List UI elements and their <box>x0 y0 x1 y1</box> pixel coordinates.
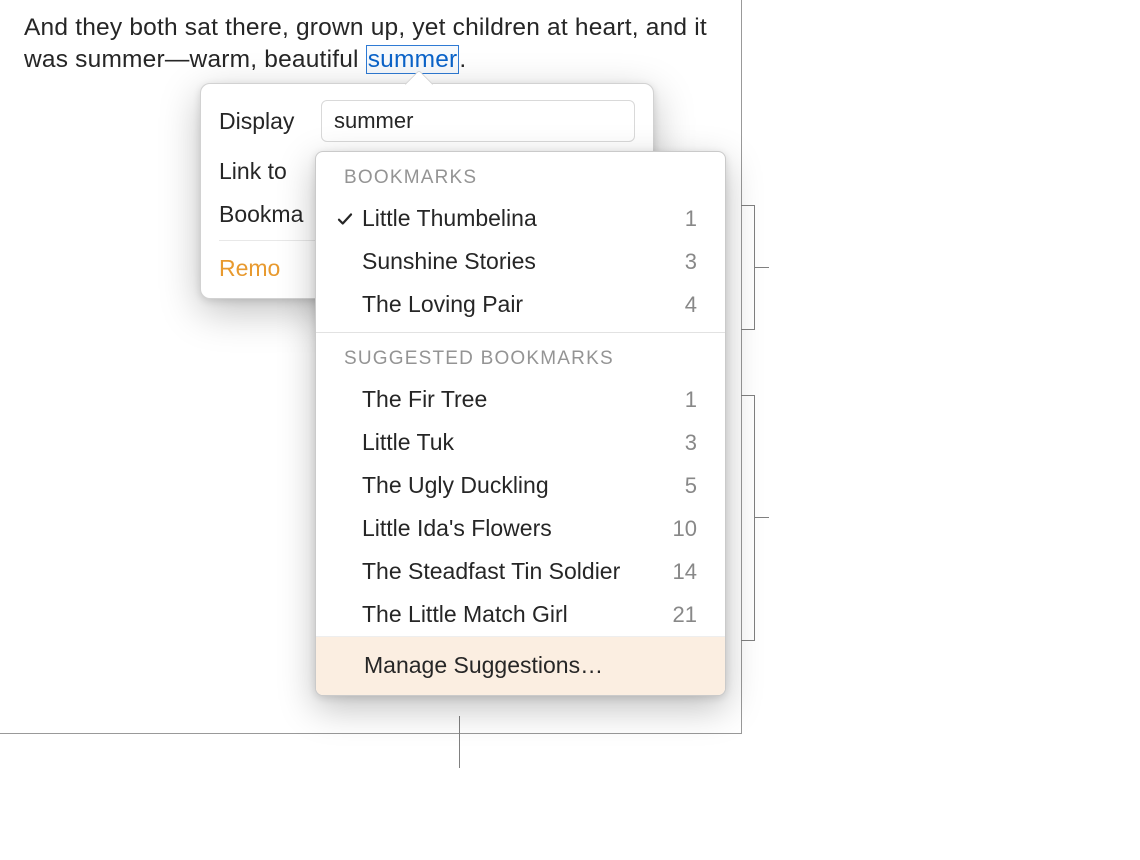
suggested-section-header: SUGGESTED BOOKMARKS <box>316 333 725 378</box>
suggested-item-label: The Ugly Duckling <box>358 472 669 499</box>
suggested-item-label: The Little Match Girl <box>358 601 669 628</box>
suggested-item-label: The Fir Tree <box>358 386 669 413</box>
display-row: Display <box>219 100 635 142</box>
suggested-item-count: 1 <box>669 387 697 413</box>
suggested-item[interactable]: The Ugly Duckling 5 <box>316 464 725 507</box>
bookmark-item-count: 3 <box>669 249 697 275</box>
bookmark-item[interactable]: Sunshine Stories 3 <box>316 240 725 283</box>
suggested-item[interactable]: The Little Match Girl 21 <box>316 593 725 636</box>
callout-line-manage <box>459 716 460 768</box>
suggested-item-count: 3 <box>669 430 697 456</box>
bookmark-item-count: 4 <box>669 292 697 318</box>
bookmark-dropdown: BOOKMARKS Little Thumbelina 1 Sunshine S… <box>315 151 726 696</box>
bookmark-item-label: The Loving Pair <box>358 291 669 318</box>
linked-word[interactable]: summer <box>366 45 460 74</box>
callout-bracket-bookmarks <box>741 205 755 330</box>
bookmark-item-label: Little Thumbelina <box>358 205 669 232</box>
display-input[interactable] <box>321 100 635 142</box>
suggested-item[interactable]: Little Ida's Flowers 10 <box>316 507 725 550</box>
display-label: Display <box>219 108 321 135</box>
suggested-item-label: Little Tuk <box>358 429 669 456</box>
bookmark-item[interactable]: The Loving Pair 4 <box>316 283 725 326</box>
bookmark-item-count: 1 <box>669 206 697 232</box>
suggested-item[interactable]: The Steadfast Tin Soldier 14 <box>316 550 725 593</box>
bookmarks-section-header: BOOKMARKS <box>316 152 725 197</box>
document-paragraph[interactable]: And they both sat there, grown up, yet c… <box>24 12 717 76</box>
check-icon <box>332 210 358 228</box>
document-text-after: . <box>459 46 466 73</box>
suggested-item-count: 10 <box>669 516 697 542</box>
callout-tick-bookmarks <box>755 267 769 268</box>
suggested-item-count: 14 <box>669 559 697 585</box>
suggested-item[interactable]: The Fir Tree 1 <box>316 378 725 421</box>
callout-tick-suggested <box>755 517 769 518</box>
suggested-item-count: 5 <box>669 473 697 499</box>
manage-suggestions-button[interactable]: Manage Suggestions… <box>316 636 725 695</box>
bookmark-item[interactable]: Little Thumbelina 1 <box>316 197 725 240</box>
bookmark-item-label: Sunshine Stories <box>358 248 669 275</box>
suggested-item-label: Little Ida's Flowers <box>358 515 669 542</box>
callout-bracket-suggested <box>741 395 755 641</box>
suggested-item-count: 21 <box>669 602 697 628</box>
suggested-item-label: The Steadfast Tin Soldier <box>358 558 669 585</box>
suggested-item[interactable]: Little Tuk 3 <box>316 421 725 464</box>
